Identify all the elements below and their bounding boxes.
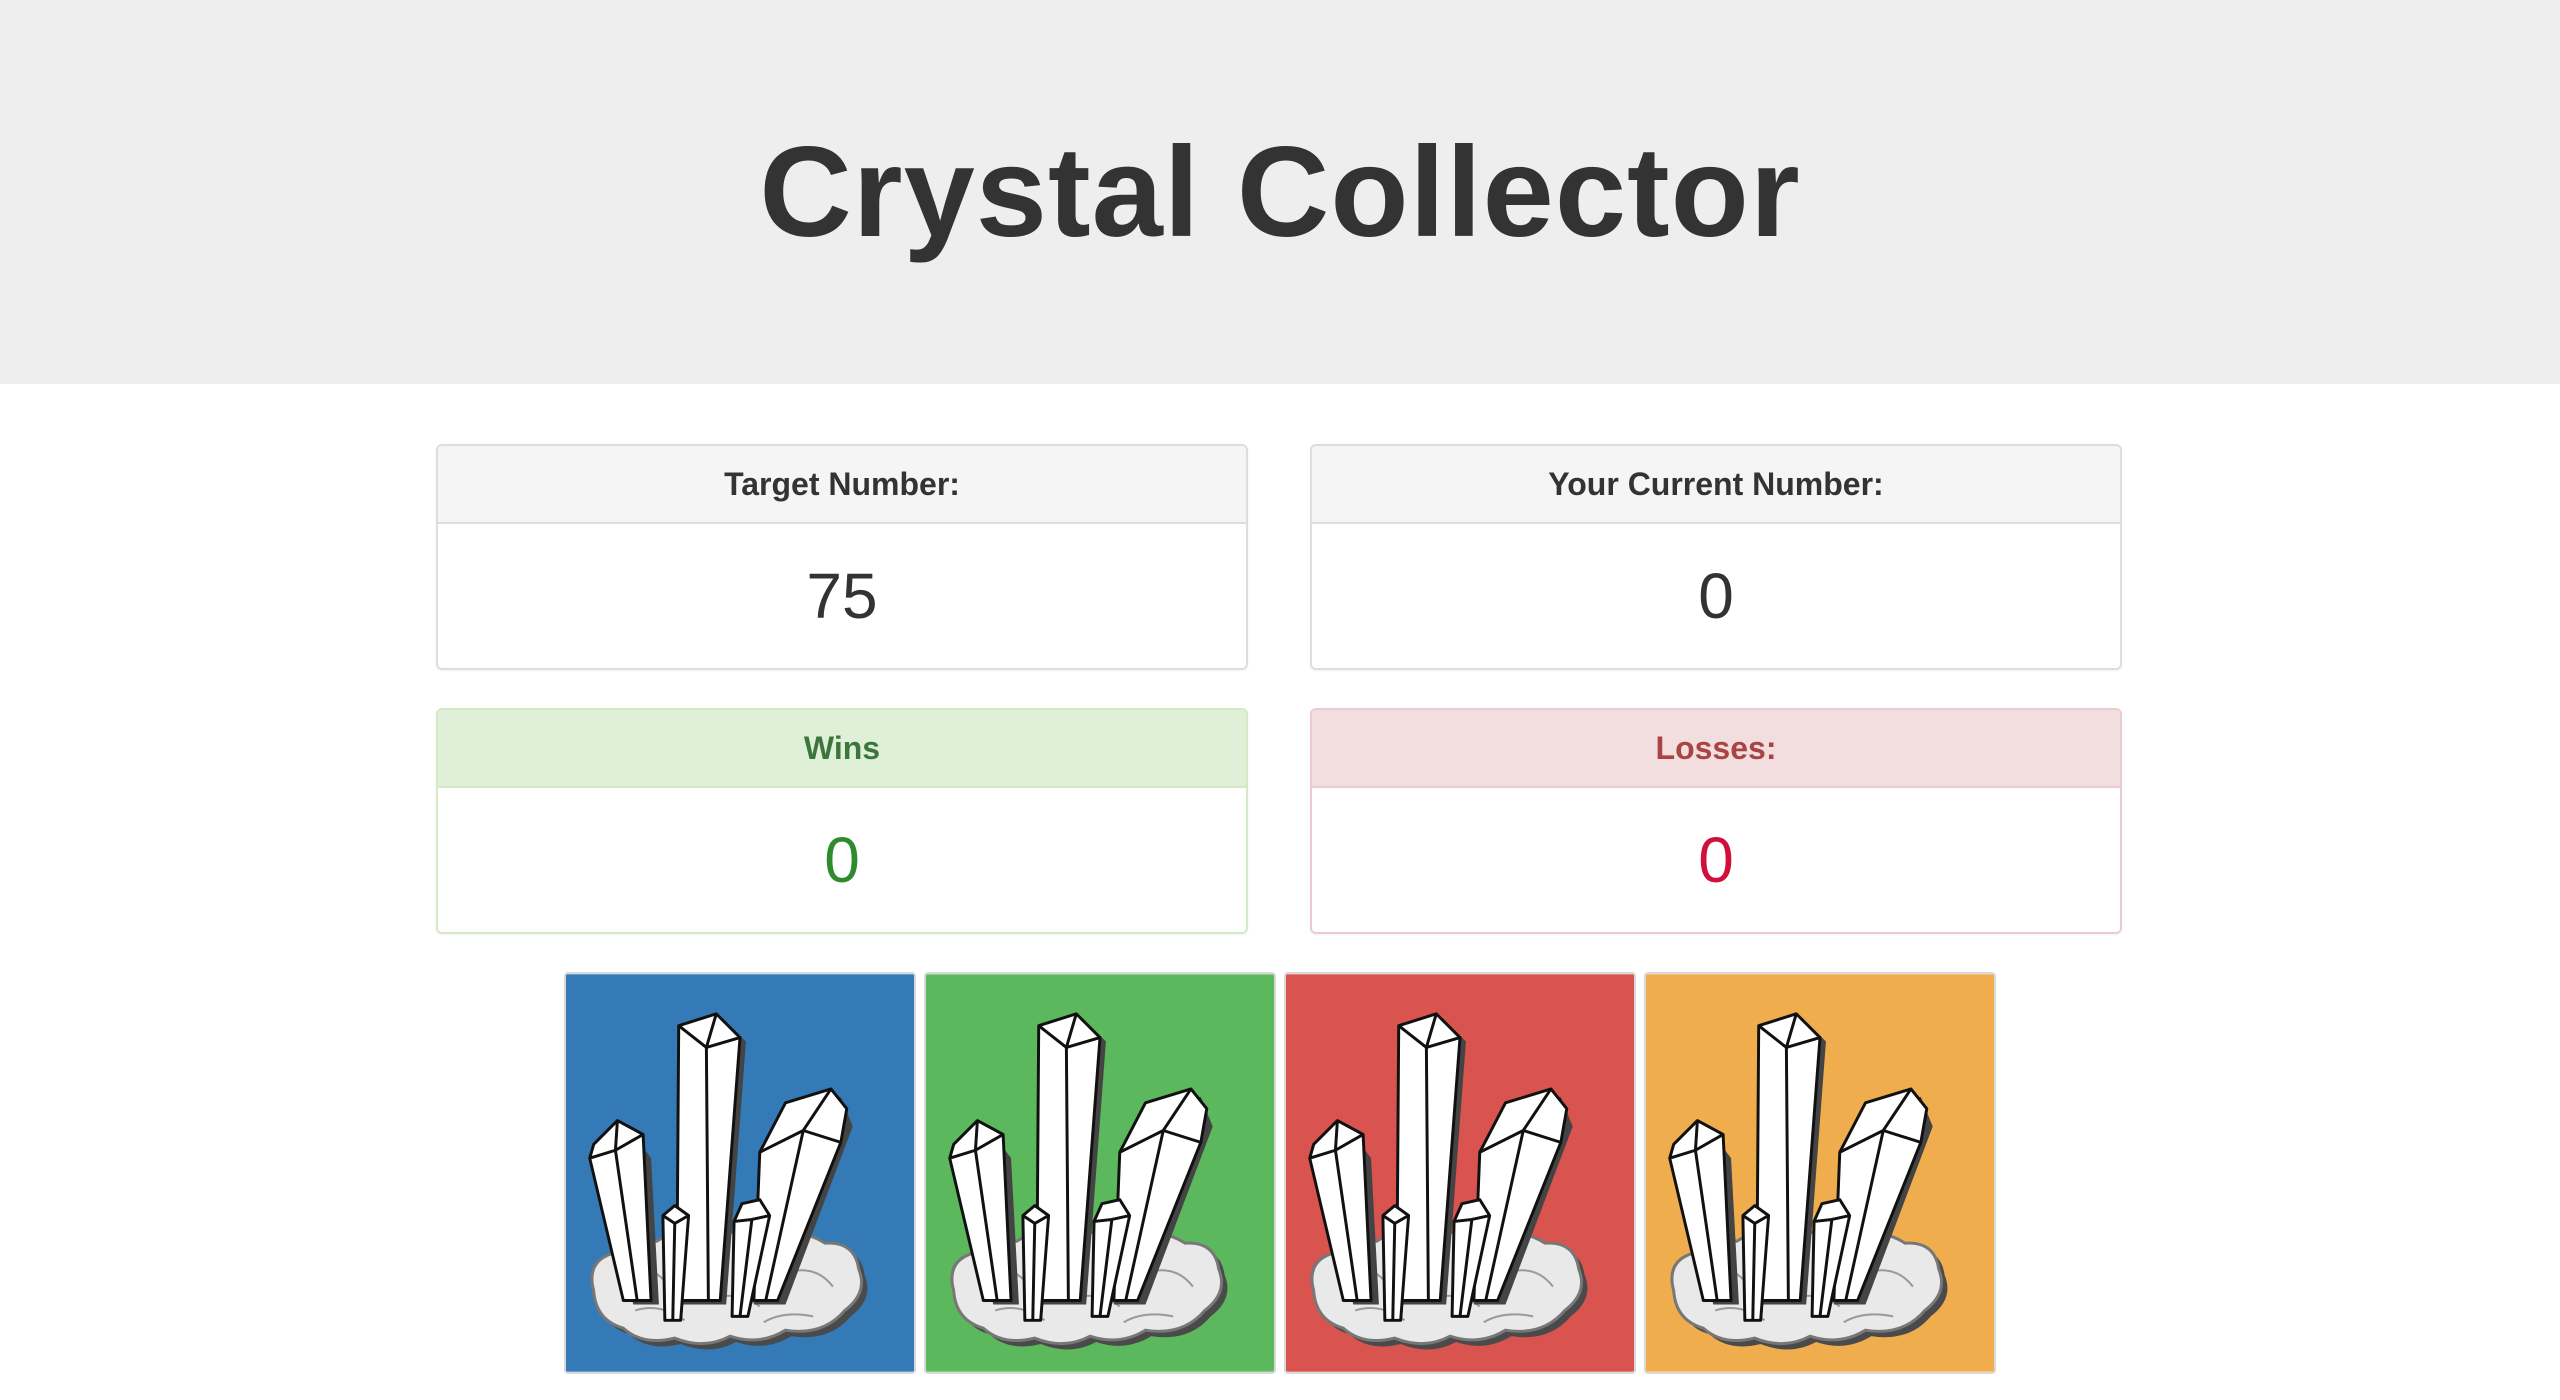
- current-number-label: Your Current Number:: [1312, 446, 2120, 524]
- target-number-label: Target Number:: [438, 446, 1246, 524]
- target-number-panel: Target Number: 75: [436, 444, 1248, 670]
- losses-label: Losses:: [1312, 710, 2120, 788]
- wins-panel: Wins 0: [436, 708, 1248, 934]
- losses-panel: Losses: 0: [1310, 708, 2122, 934]
- crystal-cluster-icon: [1286, 974, 1634, 1372]
- orange-crystal-button[interactable]: [1644, 972, 1996, 1374]
- page-title: Crystal Collector: [759, 120, 1801, 264]
- current-number-panel: Your Current Number: 0: [1310, 444, 2122, 670]
- losses-value: 0: [1698, 824, 1734, 896]
- crystal-cluster-icon: [566, 974, 914, 1372]
- wins-value: 0: [824, 824, 860, 896]
- current-number-value: 0: [1698, 560, 1734, 632]
- header-jumbotron: Crystal Collector: [0, 0, 2560, 384]
- crystal-cluster-icon: [1646, 974, 1994, 1372]
- red-crystal-button[interactable]: [1284, 972, 1636, 1374]
- target-number-value: 75: [806, 560, 878, 632]
- crystal-cluster-icon: [926, 974, 1274, 1372]
- blue-crystal-button[interactable]: [564, 972, 916, 1374]
- wins-label: Wins: [438, 710, 1246, 788]
- green-crystal-button[interactable]: [924, 972, 1276, 1374]
